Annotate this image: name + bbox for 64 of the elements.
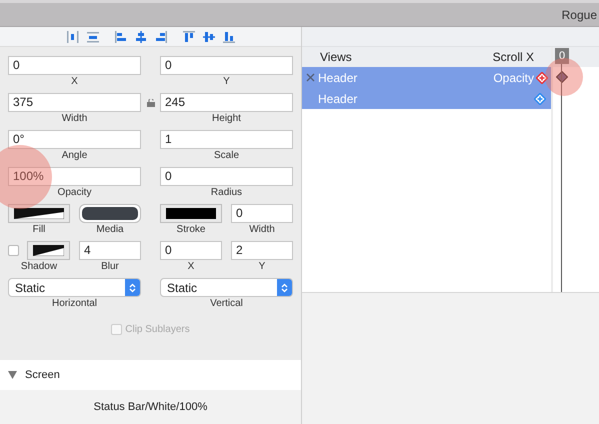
- input-field[interactable]: 0: [160, 167, 293, 186]
- input-field[interactable]: 2: [231, 241, 293, 260]
- property-name: Opacity: [493, 70, 534, 86]
- field-label: Blur: [101, 260, 119, 274]
- section-title: Screen: [25, 368, 60, 383]
- align-icon[interactable]: [222, 30, 236, 44]
- input-field[interactable]: 0: [160, 241, 222, 260]
- align-icon[interactable]: [114, 30, 128, 44]
- layer-name: Header: [318, 70, 358, 86]
- column-header: Scroll X: [492, 49, 534, 66]
- align-icon[interactable]: [66, 30, 80, 44]
- field-label: Fill: [32, 223, 46, 237]
- align-icon[interactable]: [134, 30, 148, 44]
- field-label: Vertical: [210, 297, 243, 311]
- input-field[interactable]: 375: [8, 93, 141, 112]
- input-field[interactable]: 0: [160, 56, 293, 75]
- lock-icon[interactable]: [146, 98, 154, 106]
- field-label: Width: [62, 112, 88, 126]
- field-label: Scale: [214, 149, 239, 163]
- field-label: Height: [212, 112, 241, 126]
- checkbox[interactable]: [8, 245, 19, 256]
- playhead-marker[interactable]: 0: [555, 48, 569, 64]
- dropdown[interactable]: Static: [8, 278, 141, 297]
- input-field[interactable]: 0: [231, 204, 293, 223]
- remove-icon[interactable]: [306, 73, 315, 82]
- layer-name[interactable]: Status Bar/White/100%: [94, 398, 208, 416]
- field-label: Y: [223, 75, 230, 89]
- checkbox-label: Clip Sublayers: [125, 323, 190, 337]
- input-field[interactable]: 100%: [8, 167, 141, 186]
- field-label: Angle: [62, 149, 88, 163]
- align-icon[interactable]: [86, 30, 100, 44]
- field-label: X: [71, 75, 78, 89]
- field-label: Radius: [210, 186, 242, 200]
- shadow-swatch[interactable]: [27, 241, 70, 260]
- media-swatch[interactable]: [79, 204, 141, 223]
- keyframe-add-icon[interactable]: [536, 72, 548, 84]
- stroke-swatch[interactable]: [160, 204, 222, 223]
- align-icon[interactable]: [182, 30, 196, 44]
- input-field[interactable]: 4: [79, 241, 141, 260]
- fill-swatch[interactable]: [8, 204, 70, 223]
- touch-indicator: [545, 58, 583, 96]
- field-label: Media: [96, 223, 124, 237]
- field-label: Width: [249, 223, 275, 237]
- layer-name: Header: [318, 90, 358, 108]
- stepper-icon[interactable]: [277, 279, 292, 296]
- disclosure-triangle-icon[interactable]: [8, 371, 17, 379]
- stepper-icon[interactable]: [125, 279, 140, 296]
- align-icon[interactable]: [154, 30, 168, 44]
- input-field[interactable]: 0°: [8, 130, 141, 149]
- dropdown[interactable]: Static: [160, 278, 293, 297]
- input-field[interactable]: 0: [8, 56, 141, 75]
- field-label: Stroke: [176, 223, 206, 237]
- field-label: Opacity: [58, 186, 92, 200]
- field-label: Horizontal: [52, 297, 98, 311]
- window-title: Rogue: [562, 6, 597, 24]
- field-label: X: [188, 260, 194, 274]
- field-label: Y: [258, 260, 266, 274]
- input-field[interactable]: 245: [160, 93, 293, 112]
- column-header: Views: [320, 49, 352, 66]
- field-label: Shadow: [20, 260, 58, 274]
- align-icon[interactable]: [202, 30, 216, 44]
- touch-indicator: [0, 145, 52, 209]
- keyframe-add-icon[interactable]: [534, 92, 546, 104]
- input-field[interactable]: 1: [160, 130, 293, 149]
